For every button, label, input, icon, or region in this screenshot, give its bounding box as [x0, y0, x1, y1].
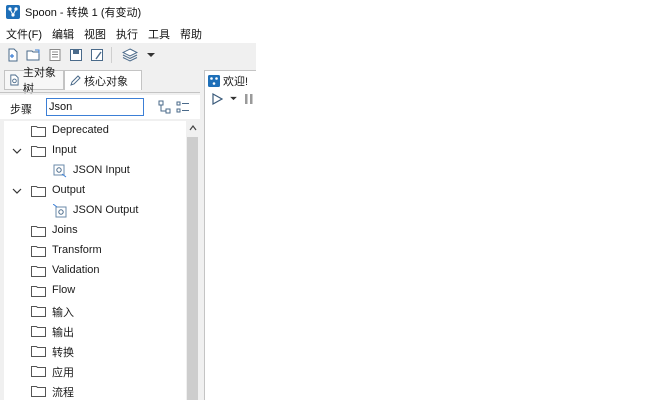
menu-tools[interactable]: 工具: [143, 26, 175, 42]
run-play-icon[interactable]: [211, 93, 223, 105]
dropdown-arrow-icon: [147, 53, 155, 57]
tree-folder-flow[interactable]: Flow: [4, 281, 186, 301]
tree-folder-transform-cn[interactable]: 转换: [4, 341, 186, 361]
tree-item-label: 输入: [52, 307, 74, 319]
save-as-button[interactable]: [89, 47, 105, 63]
document-icon: [10, 74, 19, 86]
folder-icon: [31, 386, 46, 397]
search-label: 步骤: [10, 104, 32, 116]
right-panel: 欢迎!: [204, 67, 256, 400]
tree-folder-output-cn[interactable]: 输出: [4, 321, 186, 341]
tree-item-label: Transform: [52, 244, 102, 256]
empty-desktop-area: [256, 0, 658, 400]
spoon-window: Spoon - 转换 1 (有变动) 文件(F) 编辑 视图 执行 工具 帮助: [0, 0, 256, 400]
save-as-icon: [91, 49, 103, 61]
expand-all-icon[interactable]: [176, 100, 190, 114]
chevron-down-icon[interactable]: [12, 146, 22, 156]
step-search-row: 步骤: [0, 95, 200, 119]
step-tree: Deprecated Input JSON Input Output JSON …: [4, 121, 186, 400]
tree-item-label: Deprecated: [52, 124, 109, 136]
tab-welcome[interactable]: 欢迎!: [204, 70, 256, 90]
title-bar: Spoon - 转换 1 (有变动): [0, 0, 256, 24]
spoon-logo-icon: [6, 5, 20, 19]
tree-item-label: 转换: [52, 347, 74, 359]
chevron-down-icon[interactable]: [12, 186, 22, 196]
tree-item-label: Output: [52, 184, 86, 196]
folder-icon: [31, 366, 46, 377]
folder-icon: [31, 326, 46, 337]
pause-icon[interactable]: [244, 93, 254, 105]
save-button[interactable]: [68, 47, 84, 63]
new-file-icon: [8, 48, 18, 62]
explore-repository-icon: [49, 49, 61, 61]
folder-icon: [31, 246, 46, 257]
spoon-logo-icon: [208, 74, 220, 87]
step-search-input[interactable]: [46, 98, 144, 116]
tree-folder-application-cn[interactable]: 应用: [4, 361, 186, 381]
folder-icon: [31, 346, 46, 357]
folder-icon: [31, 146, 46, 157]
tree-item-label: Flow: [52, 284, 76, 296]
tree-folder-flow-cn[interactable]: 流程: [4, 381, 186, 400]
left-tab-bar: 主对象树 核心对象: [0, 67, 200, 95]
menu-run[interactable]: 执行: [111, 26, 143, 42]
tree-item-label: Validation: [52, 264, 100, 276]
explore-repository-button[interactable]: [47, 47, 63, 63]
tree-item-label: 流程: [52, 387, 74, 399]
folder-icon: [31, 306, 46, 317]
folder-icon: [31, 286, 46, 297]
tab-underline: [0, 92, 200, 93]
json-input-step-icon: [53, 164, 67, 178]
tab-main-object-tree[interactable]: 主对象树: [4, 67, 64, 95]
layers-perspective-icon: [122, 48, 138, 62]
folder-icon: [31, 266, 46, 277]
tree-folder-transform[interactable]: Transform: [4, 241, 186, 261]
json-output-step-icon: [53, 204, 67, 218]
folder-icon: [31, 226, 46, 237]
menu-help[interactable]: 帮助: [175, 26, 207, 42]
open-file-button[interactable]: [26, 47, 42, 63]
folder-icon: [31, 126, 46, 137]
tree-item-label: 应用: [52, 367, 74, 379]
tab-welcome-label: 欢迎!: [223, 75, 249, 88]
tree-item-label: 输出: [52, 327, 74, 339]
scrollbar-thumb[interactable]: [187, 137, 198, 400]
pencil-icon: [70, 74, 81, 86]
tree-item-label: JSON Output: [73, 204, 139, 216]
menu-edit[interactable]: 编辑: [47, 26, 79, 42]
left-panel: 主对象树 核心对象 步骤 Json Deprecated Input JSON …: [0, 67, 200, 400]
scroll-up-arrow-icon[interactable]: [189, 125, 197, 131]
perspective-dropdown[interactable]: [143, 47, 159, 63]
tree-folder-input-cn[interactable]: 输入: [4, 301, 186, 321]
tab-core-objects-label: 核心对象: [84, 75, 128, 88]
window-title: Spoon - 转换 1 (有变动): [25, 7, 142, 19]
collapse-all-icon[interactable]: [158, 100, 172, 114]
toolbar-separator: [111, 47, 112, 63]
tree-folder-output[interactable]: Output: [4, 181, 186, 201]
tree-folder-joins[interactable]: Joins: [4, 221, 186, 241]
tree-folder-input[interactable]: Input: [4, 141, 186, 161]
save-icon: [70, 49, 82, 61]
open-folder-icon: [26, 49, 40, 61]
perspective-button[interactable]: [122, 47, 138, 63]
tree-folder-validation[interactable]: Validation: [4, 261, 186, 281]
tree-scrollbar[interactable]: [186, 121, 200, 400]
tree-step-json-output[interactable]: JSON Output: [4, 201, 186, 221]
menu-bar: 文件(F) 编辑 视图 执行 工具 帮助: [0, 24, 256, 43]
menu-view[interactable]: 视图: [79, 26, 111, 42]
tab-core-objects[interactable]: 核心对象: [64, 70, 142, 90]
new-file-button[interactable]: [5, 47, 21, 63]
dropdown-arrow-icon[interactable]: [230, 96, 237, 101]
tree-item-label: Input: [52, 144, 77, 156]
menu-file[interactable]: 文件(F): [0, 26, 47, 42]
tree-item-label: JSON Input: [73, 164, 130, 176]
folder-icon: [31, 186, 46, 197]
transformation-canvas[interactable]: [204, 108, 256, 400]
canvas-toolbar: [204, 90, 256, 108]
tree-folder-deprecated[interactable]: Deprecated: [4, 121, 186, 141]
tree-item-label: Joins: [52, 224, 78, 236]
tree-step-json-input[interactable]: JSON Input: [4, 161, 186, 181]
